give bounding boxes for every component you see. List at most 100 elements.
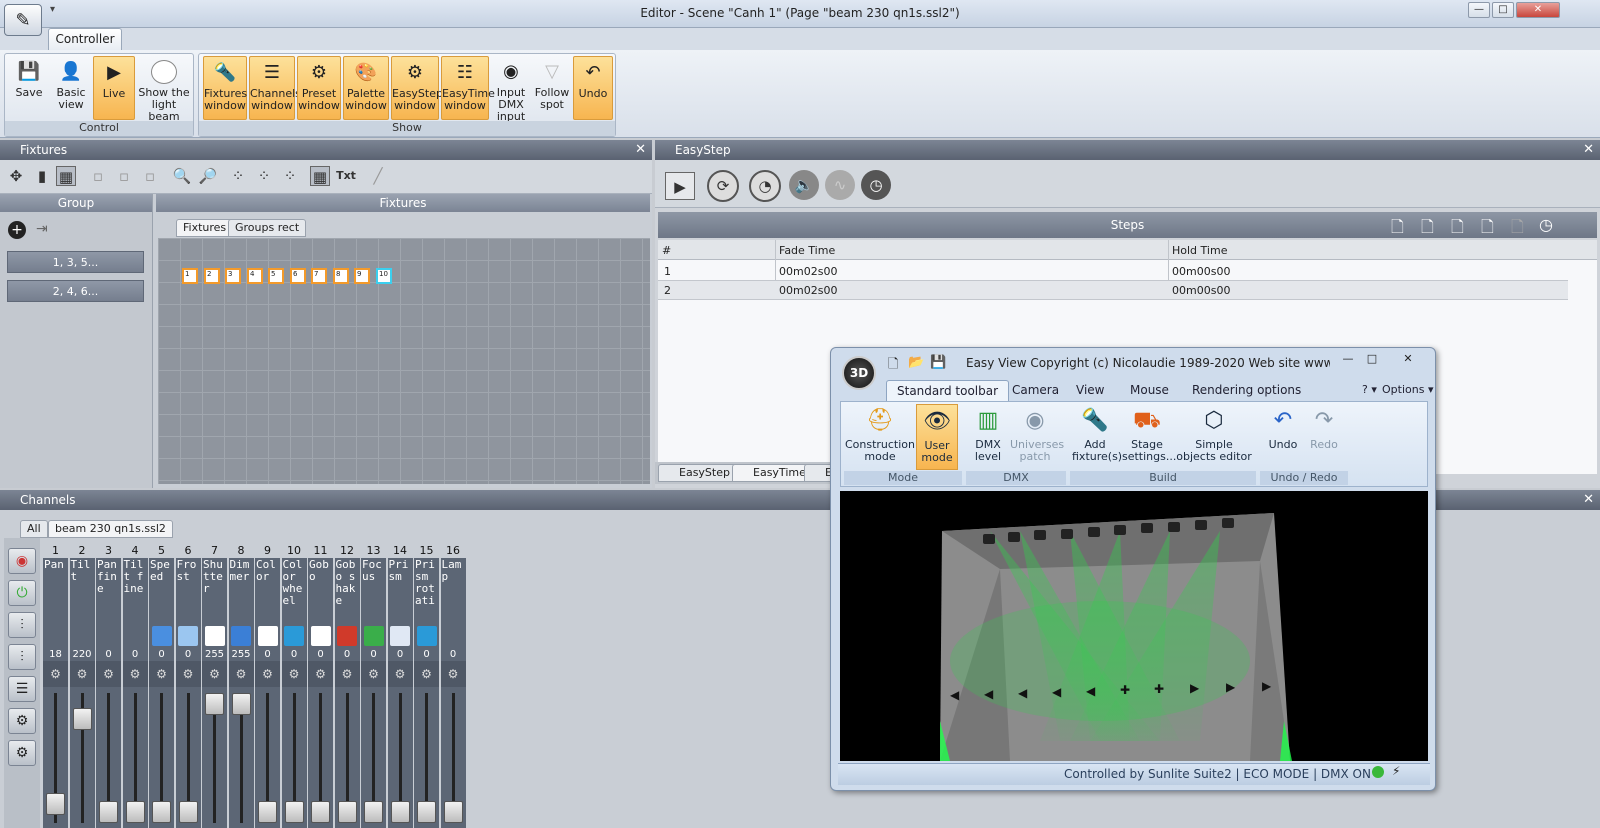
fixture-3d[interactable] bbox=[983, 534, 995, 544]
tab-all[interactable]: All bbox=[20, 520, 48, 538]
channel-preset-icon[interactable]: ⚙ bbox=[440, 661, 466, 687]
channel-icon-cell[interactable] bbox=[387, 623, 413, 649]
dots-large-icon[interactable]: ⁘ bbox=[228, 166, 248, 186]
settings-icon[interactable]: ⚙ bbox=[8, 740, 36, 766]
channel-icon-cell[interactable] bbox=[175, 623, 201, 649]
preset-window-button[interactable]: ⚙ Preset window bbox=[297, 56, 341, 120]
live-button[interactable]: ▶ Live bbox=[93, 56, 135, 120]
channel-icon-cell[interactable] bbox=[414, 623, 439, 649]
3d-viewport[interactable] bbox=[840, 491, 1428, 761]
fixture-cell[interactable]: 1 bbox=[182, 268, 198, 284]
paste-icon[interactable]: ▫ bbox=[140, 166, 160, 186]
channel-fader[interactable] bbox=[43, 687, 68, 828]
effects-icon[interactable]: ⚙ bbox=[8, 708, 36, 734]
group-item[interactable]: 2, 4, 6... bbox=[7, 280, 144, 302]
construction-mode-button[interactable]: ⛑ Construction mode bbox=[844, 404, 916, 470]
maximize-button[interactable]: □ bbox=[1492, 2, 1514, 18]
ev-maximize-button[interactable]: □ bbox=[1362, 352, 1382, 366]
fader-knob[interactable] bbox=[99, 801, 118, 823]
channel-icon-cell[interactable] bbox=[334, 623, 360, 649]
color-faders-icon[interactable]: ⫶ bbox=[8, 644, 36, 670]
mouse-icon[interactable]: ▮ bbox=[32, 166, 52, 186]
channel-preset-icon[interactable]: ⚙ bbox=[334, 661, 360, 687]
channel-fader[interactable] bbox=[387, 687, 413, 828]
ev-close-button[interactable]: ✕ bbox=[1398, 352, 1418, 366]
fader-knob[interactable] bbox=[231, 693, 251, 715]
channel-preset-icon[interactable]: ⚙ bbox=[69, 661, 95, 687]
fixture-3d[interactable] bbox=[1222, 518, 1234, 528]
curve-icon[interactable]: ∿ bbox=[825, 170, 855, 200]
dots-medium-icon[interactable]: ⁘ bbox=[254, 166, 274, 186]
fixture-3d[interactable] bbox=[1195, 520, 1207, 530]
tab-easystep[interactable]: EasyStep bbox=[658, 464, 737, 482]
close-icon[interactable]: ✕ bbox=[1583, 140, 1594, 160]
zoom-out-icon[interactable]: 🔎 bbox=[198, 166, 218, 186]
channel-fader[interactable] bbox=[149, 687, 174, 828]
open-folder-icon[interactable]: 📂 bbox=[908, 355, 924, 370]
fader-knob[interactable] bbox=[152, 801, 171, 823]
fixture-3d[interactable] bbox=[1114, 525, 1126, 535]
minimize-button[interactable]: — bbox=[1468, 2, 1490, 18]
options-menu[interactable]: Options ▾ bbox=[1372, 380, 1443, 402]
tab-standard-toolbar[interactable]: Standard toolbar bbox=[886, 380, 1010, 402]
channel-icon-cell[interactable] bbox=[255, 623, 280, 649]
channel-fader[interactable] bbox=[334, 687, 360, 828]
easy-view-logo[interactable]: 3D bbox=[842, 356, 876, 390]
channel-preset-icon[interactable]: ⚙ bbox=[281, 661, 307, 687]
table-row[interactable]: 2 00m02s00 00m00s00 bbox=[658, 281, 1568, 300]
fixture-3d[interactable] bbox=[1168, 522, 1180, 532]
new-step-icon[interactable]: 🗋 bbox=[1391, 216, 1404, 243]
universes-patch-button[interactable]: ◉ Universes patch bbox=[1010, 404, 1064, 470]
fixture-3d[interactable] bbox=[1088, 527, 1100, 537]
tab-controller[interactable]: Controller bbox=[48, 28, 122, 50]
paste-step-icon[interactable]: 🗋 bbox=[1511, 216, 1524, 243]
add-group-icon[interactable]: + bbox=[8, 221, 26, 239]
channel-preset-icon[interactable]: ⚙ bbox=[308, 661, 333, 687]
tab-groups-rect[interactable]: Groups rect bbox=[228, 219, 307, 237]
fader-knob[interactable] bbox=[337, 801, 357, 823]
faders-icon[interactable]: ⫶ bbox=[8, 612, 36, 638]
save-button[interactable]: 💾 Save bbox=[9, 56, 49, 120]
fixture-3d[interactable] bbox=[1034, 530, 1046, 540]
channel-icon-cell[interactable] bbox=[69, 623, 95, 649]
dmx-level-button[interactable]: ▥ DMX level bbox=[968, 404, 1008, 470]
channel-icon-cell[interactable] bbox=[202, 623, 227, 649]
undo-button[interactable]: ↶ Undo bbox=[573, 56, 613, 120]
channel-icon-cell[interactable] bbox=[43, 623, 68, 649]
layout-icon[interactable]: ☰ bbox=[8, 676, 36, 702]
fader-knob[interactable] bbox=[364, 801, 383, 823]
fixture-3d[interactable] bbox=[1008, 532, 1020, 542]
copy-icon[interactable]: ▫ bbox=[114, 166, 134, 186]
wand-icon[interactable]: ╱ bbox=[368, 166, 388, 186]
tab-view[interactable]: View bbox=[1066, 380, 1114, 402]
fixture-cell[interactable]: 10 bbox=[376, 268, 392, 284]
channel-preset-icon[interactable]: ⚙ bbox=[202, 661, 227, 687]
channel-icon-cell[interactable] bbox=[308, 623, 333, 649]
fader-knob[interactable] bbox=[390, 801, 410, 823]
fader-knob[interactable] bbox=[205, 693, 224, 715]
insert-step-icon[interactable]: 🗋 bbox=[1451, 216, 1464, 243]
channel-preset-icon[interactable]: ⚙ bbox=[175, 661, 201, 687]
add-icon[interactable]: ▫ bbox=[88, 166, 108, 186]
ctrl-icon[interactable]: ▦ bbox=[56, 166, 76, 186]
channel-preset-icon[interactable]: ⚙ bbox=[361, 661, 386, 687]
clock-icon[interactable]: ◷ bbox=[861, 170, 891, 200]
close-button[interactable]: ✕ bbox=[1516, 2, 1560, 18]
import-icon[interactable]: ⇥ bbox=[36, 221, 48, 237]
easystep-window-button[interactable]: ⚙ EasyStep window bbox=[391, 56, 443, 120]
channel-preset-icon[interactable]: ⚙ bbox=[255, 661, 280, 687]
basic-view-button[interactable]: 👤 Basic view bbox=[51, 56, 91, 120]
add-fixtures-button[interactable]: 🔦 Add fixture(s) bbox=[1072, 404, 1122, 470]
delete-step-icon[interactable]: 🗋 bbox=[1421, 216, 1434, 243]
fader-knob[interactable] bbox=[178, 801, 198, 823]
ev-minimize-button[interactable]: — bbox=[1338, 352, 1358, 366]
channel-preset-icon[interactable]: ⚙ bbox=[149, 661, 174, 687]
fixtures-window-button[interactable]: 🔦 Fixtures window bbox=[203, 56, 247, 120]
fixture-cell[interactable]: 8 bbox=[333, 268, 349, 284]
easytime-window-button[interactable]: ☷ EasyTime window bbox=[441, 56, 495, 120]
channel-preset-icon[interactable]: ⚙ bbox=[96, 661, 121, 687]
tab-rendering-options[interactable]: Rendering options bbox=[1182, 380, 1311, 402]
loop-icon[interactable]: ⟳ bbox=[707, 170, 739, 202]
fixture-cell[interactable]: 3 bbox=[225, 268, 241, 284]
ev-redo-button[interactable]: ↷ Redo bbox=[1304, 404, 1344, 470]
